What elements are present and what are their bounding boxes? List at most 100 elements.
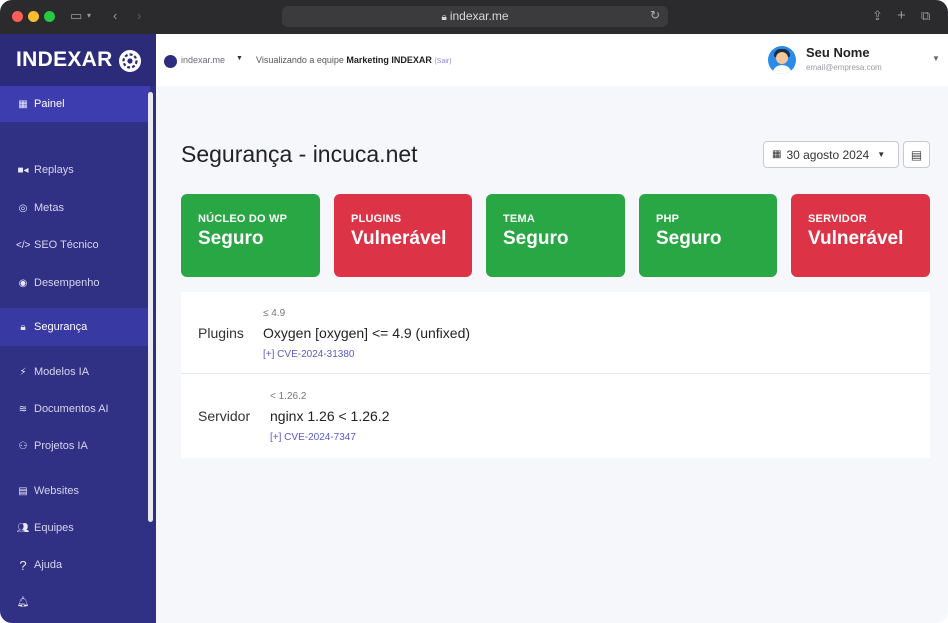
bell-icon: 🔔︎ [16,596,30,608]
maximize-window-button[interactable] [44,11,55,22]
target-icon: ◎ [18,202,28,214]
back-arrow-icon[interactable]: ‹ [113,6,117,26]
status-card-php: PHP Seguro [639,194,777,277]
sidebar-item-desempenho[interactable]: ◉ Desempenho [0,265,150,301]
vulnerability-category: Plugins [198,325,244,341]
reload-icon[interactable]: ↻ [650,8,660,22]
server-icon: ▤ [18,485,28,497]
viewing-prefix: Visualizando a equipe [256,55,344,65]
layers-icon: ≋ [18,403,28,415]
card-label: TEMA [503,213,535,225]
topbar: indexar.me ▼ Visualizando a equipe Marke… [156,34,948,86]
card-label: PLUGINS [351,213,402,225]
vulnerability-list: Plugins ≤ 4.9 Oxygen [oxygen] <= 4.9 (un… [181,292,930,458]
magic-icon: ⚡︎ [19,366,27,378]
sidebar-item-label: Metas [34,202,64,214]
brand[interactable]: INDEXAR [0,34,156,86]
brand-name: INDEXAR [16,48,113,71]
status-card-servidor: SERVIDOR Vulnerável [791,194,930,277]
sidebar-item-seguranca[interactable]: 🔒︎ Segurança [0,308,150,346]
lock-icon: 🔒︎ [20,321,26,333]
tab-overview-icon[interactable]: ⧉ [921,6,930,26]
user-name[interactable]: Seu Nome [806,45,870,60]
card-value: Vulnerável [351,228,447,249]
card-label: PHP [656,213,680,225]
sidebar-item-equipes[interactable]: 👥︎ Equipes [0,510,150,546]
share-icon[interactable]: ⇪ [872,6,883,26]
team-logo-icon [164,55,177,68]
user-email: email@empresa.com [806,63,882,72]
list-item: Plugins ≤ 4.9 Oxygen [oxygen] <= 4.9 (un… [181,292,930,374]
vulnerability-version: ≤ 4.9 [263,308,286,319]
question-icon: ? [19,557,27,573]
exit-team-link[interactable]: (Sair) [434,58,451,65]
project-diagram-icon: ⚇ [18,440,28,452]
sidebar-item-label: Documentos AI [34,403,109,415]
new-tab-icon[interactable]: + [897,6,906,26]
card-label: NÚCLEO DO WP [198,213,288,225]
calendar-icon: ▦ [772,149,782,160]
sidebar-item-documentos-ai[interactable]: ≋ Documentos AI [0,391,150,427]
brand-logo-icon [119,50,141,72]
sidebar-item-label: Modelos IA [34,366,90,378]
cve-link[interactable]: [+] CVE-2024-31380 [263,349,354,360]
status-card-wp-core: NÚCLEO DO WP Seguro [181,194,320,277]
dashboard-icon: ▦ [18,98,28,110]
sidebar-item-metas[interactable]: ◎ Metas [0,190,150,226]
user-menu-caret-icon[interactable]: ▼ [932,54,940,63]
sidebar-item-websites[interactable]: ▤ Websites [0,473,150,509]
vulnerability-version: < 1.26.2 [270,391,307,402]
chevron-down-icon[interactable]: ▾ [87,6,91,26]
page-title: Segurança - incuca.net [181,141,418,167]
avatar[interactable] [768,46,796,74]
card-value: Vulnerável [808,228,904,249]
sidebar-item-replays[interactable]: ■◂ Replays [0,152,150,188]
vulnerability-category: Servidor [198,408,251,424]
card-value: Seguro [198,228,264,249]
sidebar-item-label: Painel [34,98,65,110]
sidebar-item-ajuda[interactable]: ? Ajuda [0,547,150,583]
lock-icon: 🔒︎ [441,12,447,23]
sidebar-scrollbar[interactable] [148,92,153,522]
list-item: Servidor < 1.26.2 nginx 1.26 < 1.26.2 [+… [181,375,930,458]
card-label: SERVIDOR [808,213,867,225]
sidebar: INDEXAR ▦ Painel ■◂ Replays ◎ Metas </> … [0,34,156,623]
sidebar-item-label: Websites [34,485,80,497]
status-card-tema: TEMA Seguro [486,194,625,277]
close-window-button[interactable] [12,11,23,22]
vulnerability-title: nginx 1.26 < 1.26.2 [270,408,390,424]
avatar-face [776,52,788,64]
sidebar-item-label: Segurança [34,321,88,333]
export-report-button[interactable]: ▤ [903,141,930,168]
browser-window: ▭ ▾ ‹ › 🔒︎ indexar.me ↻ ⇪ + ⧉ INDEXAR ▦ P… [0,0,948,623]
cve-link[interactable]: [+] CVE-2024-7347 [270,432,356,443]
sidebar-item-label: Equipes [34,522,74,534]
sidebar-item-projetos-ia[interactable]: ⚇ Projetos IA [0,428,150,464]
forward-arrow-icon[interactable]: › [137,6,141,26]
address-bar[interactable]: 🔒︎ indexar.me ↻ [282,6,668,27]
card-value: Seguro [656,228,722,249]
selected-date: 30 agosto 2024 [786,147,870,162]
caret-down-icon[interactable]: ▼ [236,55,243,62]
video-icon: ■◂ [17,164,29,176]
status-card-plugins: PLUGINS Vulnerável [334,194,472,277]
sidebar-item-label: Projetos IA [34,440,88,452]
sidebar-toggle-icon[interactable]: ▭ [70,6,82,26]
sidebar-item-label: Replays [34,164,74,176]
notifications-button[interactable]: 🔔︎ [0,584,150,620]
card-value: Seguro [503,228,569,249]
sidebar-item-label: SEO Técnico [34,239,99,251]
gauge-icon: ◉ [18,277,28,289]
vulnerability-title: Oxygen [oxygen] <= 4.9 (unfixed) [263,325,471,341]
sidebar-item-modelos-ia[interactable]: ⚡︎ Modelos IA [0,354,150,390]
url-text: indexar.me [449,9,509,23]
date-picker-button[interactable]: ▦ 30 agosto 2024 ▼ [763,141,899,168]
browser-toolbar: ▭ ▾ ‹ › 🔒︎ indexar.me ↻ ⇪ + ⧉ [0,0,948,34]
team-viewing-info: Visualizando a equipe Marketing INDEXAR … [256,55,452,65]
team-selector[interactable]: indexar.me [181,55,225,65]
code-icon: </> [16,239,31,251]
minimize-window-button[interactable] [28,11,39,22]
sidebar-item-label: Desempenho [34,277,100,289]
sidebar-item-seo-tecnico[interactable]: </> SEO Técnico [0,227,150,263]
sidebar-item-painel[interactable]: ▦ Painel [0,86,150,122]
